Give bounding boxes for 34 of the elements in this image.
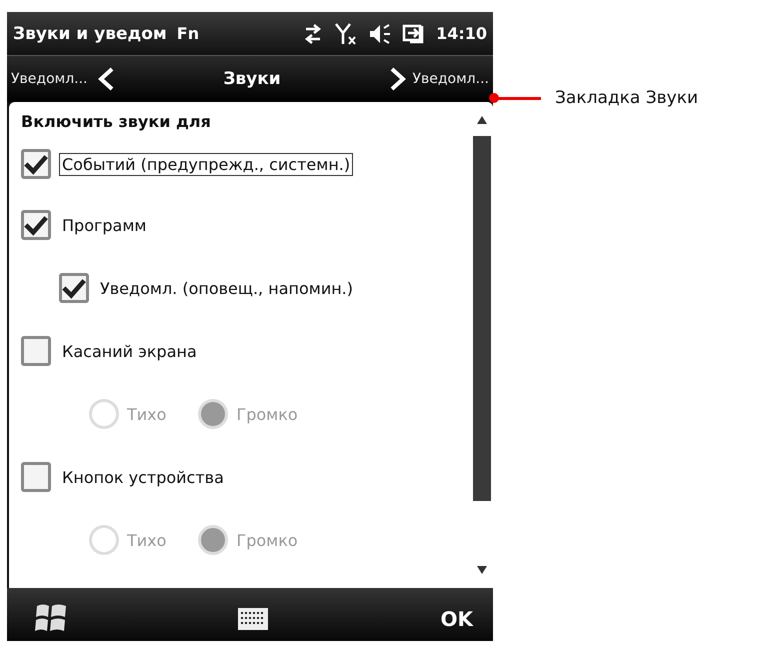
checkmark-icon bbox=[24, 214, 48, 236]
checkmark-icon bbox=[24, 153, 48, 175]
section-title: Включить звуки для bbox=[21, 112, 212, 131]
checkbox[interactable] bbox=[21, 462, 51, 492]
checkmark-icon bbox=[62, 277, 86, 299]
previous-tab[interactable]: Уведомл... bbox=[11, 71, 88, 87]
next-tab[interactable]: Уведомл... bbox=[412, 71, 489, 87]
radio-label: Тихо bbox=[127, 404, 166, 424]
checkbox-label: Уведомл. (оповещ., напомин.) bbox=[99, 278, 354, 300]
checkbox-label: Событий (предупрежд., системн.) bbox=[59, 152, 354, 176]
current-tab[interactable]: Звуки bbox=[116, 69, 388, 89]
no-signal-icon bbox=[334, 22, 358, 46]
clock-time: 14:10 bbox=[436, 24, 487, 43]
checkbox[interactable] bbox=[21, 149, 51, 179]
scroll-thumb[interactable] bbox=[473, 136, 491, 501]
scroll-up-icon[interactable] bbox=[477, 116, 487, 124]
ok-button[interactable]: OK bbox=[436, 603, 477, 635]
checkbox[interactable] bbox=[21, 336, 51, 366]
annotation-label: Закладка Звуки bbox=[555, 88, 698, 108]
fn-indicator: Fn bbox=[176, 24, 200, 43]
radio-label: Громко bbox=[236, 530, 298, 550]
keyboard-icon[interactable] bbox=[236, 607, 269, 631]
checkbox-label: Касаний экрана bbox=[61, 340, 198, 362]
radio-label: Тихо bbox=[127, 530, 166, 550]
speaker-icon bbox=[368, 22, 392, 44]
checkbox-label: Кнопок устройства bbox=[61, 466, 225, 488]
radio-label: Громко bbox=[236, 404, 298, 424]
chevron-right-icon[interactable] bbox=[388, 67, 408, 91]
window-title: Звуки и уведом bbox=[13, 24, 167, 44]
checkbox[interactable] bbox=[21, 210, 51, 240]
checkbox[interactable] bbox=[59, 273, 89, 303]
chevron-left-icon[interactable] bbox=[96, 67, 116, 91]
scroll-down-icon[interactable] bbox=[477, 566, 487, 574]
checkbox-label: Программ bbox=[61, 214, 148, 236]
